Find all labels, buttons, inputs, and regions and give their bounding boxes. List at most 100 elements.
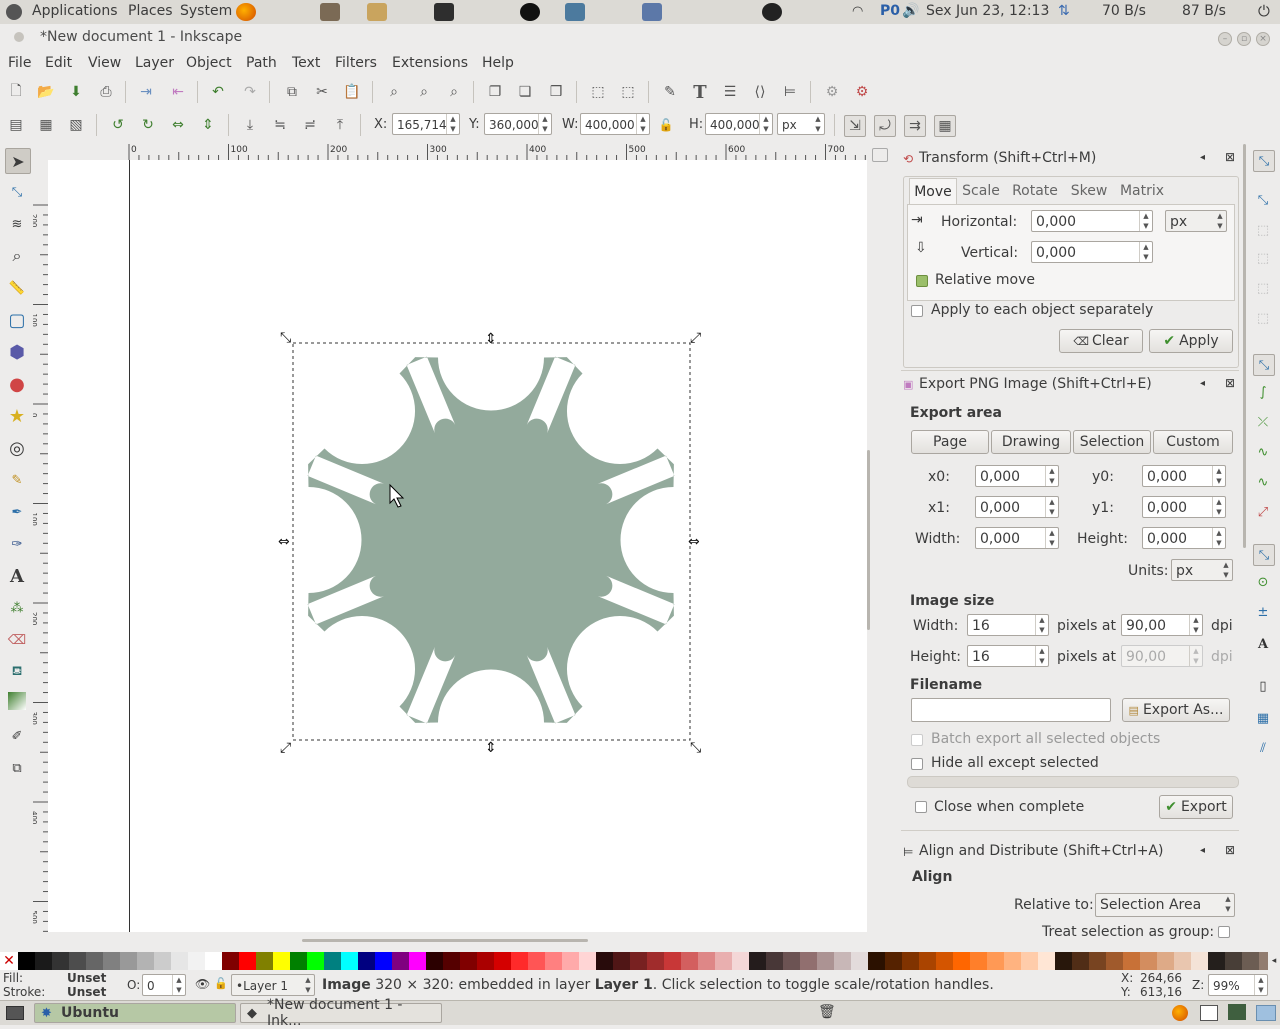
palette-swatch[interactable] [817,952,834,970]
palette-swatch[interactable] [494,952,511,970]
taskbar-inkscape[interactable]: ◆ *New document 1 - Ink... [240,997,442,1029]
handle-left-icon[interactable]: ⇔ [278,534,290,550]
horizontal-scrollbar[interactable] [48,932,867,952]
snap-text-baseline-icon[interactable]: A [1253,634,1273,654]
palette-scroll-icon[interactable]: ◂ [1268,952,1280,970]
ellipse-tool-icon[interactable]: ● [5,372,29,396]
rotate-cw-icon[interactable]: ↻ [138,115,158,135]
export-button[interactable]: ✔ Export [1159,795,1233,819]
palette-swatch[interactable] [35,952,52,970]
bucket-tool-icon[interactable]: ⛾ [5,660,29,684]
maximize-button[interactable]: ▫ [1237,32,1251,46]
raise-top-icon[interactable]: ⤒ [330,115,350,135]
scale-stroke-icon[interactable]: ⇲ [844,115,866,137]
move-patterns-icon[interactable]: ▦ [934,115,956,137]
palette-swatch[interactable] [1072,952,1089,970]
palette-swatch[interactable] [936,952,953,970]
window-menu-icon[interactable] [14,32,24,42]
close-window-button[interactable]: × [1256,32,1270,46]
snap-nodes-icon[interactable]: ⤡ [1253,354,1275,376]
flip-horizontal-icon[interactable]: ⇔ [168,115,188,135]
palette-swatch[interactable] [868,952,885,970]
palette-swatch[interactable] [1242,952,1259,970]
palette-swatch[interactable] [681,952,698,970]
pen-tool-icon[interactable]: ✒ [5,500,29,524]
palette-swatch[interactable] [919,952,936,970]
export-area-custom-button[interactable]: Custom [1153,430,1233,454]
vertical-input[interactable]: 0,000 ▲ ▼ [1031,241,1153,263]
applications-menu[interactable]: Applications [32,3,118,19]
palette-swatch[interactable] [1157,952,1174,970]
flip-vertical-icon[interactable]: ⇕ [198,115,218,135]
export-iconify-icon[interactable]: ◂ [1200,378,1205,389]
handle-top-icon[interactable]: ⇕ [485,331,497,347]
connector-tool-icon[interactable]: ⧉ [5,756,29,780]
layers-icon[interactable]: ☰ [720,82,740,102]
palette-swatch[interactable] [86,952,103,970]
system-menu[interactable]: System [180,3,232,19]
filename-input[interactable] [911,698,1111,722]
zoom-drawing-icon[interactable]: ⌕ [414,82,434,102]
snap-path-icon[interactable]: ∫ [1253,382,1273,402]
palette-swatch[interactable] [528,952,545,970]
spiral-tool-icon[interactable]: ◎ [5,436,29,460]
snap-enable-icon[interactable]: ⤡ [1253,150,1275,172]
layer-visibility-icon[interactable]: 👁 [195,977,210,991]
xml-editor-icon[interactable]: ⟨⟩ [750,82,770,102]
fill-stroke-icon[interactable]: ✎ [660,82,680,102]
x1-input[interactable]: 0,000 ▲ ▼ [975,496,1059,518]
minimize-button[interactable]: – [1218,32,1232,46]
palette-swatch[interactable] [290,952,307,970]
palette-swatch[interactable] [188,952,205,970]
palette-swatch[interactable] [545,952,562,970]
palette-swatch[interactable] [1259,952,1268,970]
text-tool-icon[interactable]: A [5,564,29,588]
palette-swatch[interactable] [1106,952,1123,970]
pencil-tool-icon[interactable]: ✎ [5,468,29,492]
apply-button[interactable]: ✔ Apply [1149,329,1233,353]
zoom-tool-icon[interactable]: ⌕ [5,244,29,268]
net-up-indicator[interactable]: 87 B/s [1182,3,1226,19]
export-close-icon[interactable]: ⊠ [1225,376,1235,390]
zoom-page-icon[interactable]: ⌕ [444,82,464,102]
canvas[interactable]: ⤡ ⤢ ⤢ ⤡ ⇕ ⇕ ⇔ ⇔ [48,160,867,932]
palette-swatch[interactable] [834,952,851,970]
palette-swatch[interactable] [205,952,222,970]
palette-swatch[interactable] [596,952,613,970]
firefox-launcher-icon[interactable] [236,3,256,21]
ungroup-icon[interactable]: ⬚ [618,82,638,102]
palette-swatch[interactable] [120,952,137,970]
clear-button[interactable]: ⌫ Clear [1059,329,1143,353]
amazon-launcher-icon[interactable] [520,3,540,21]
datetime-indicator[interactable]: Sex Jun 23, 12:13 [926,3,1049,19]
raise-icon[interactable]: ≓ [300,115,320,135]
inkscape-launcher-icon[interactable] [762,3,782,21]
gear-image[interactable] [307,356,675,724]
palette-swatch[interactable] [324,952,341,970]
star-tool-icon[interactable]: ★ [5,404,29,428]
export-width-input[interactable]: 0,000 ▲ ▼ [975,527,1059,549]
deselect-icon[interactable]: ▧ [66,115,86,135]
palette-swatch[interactable] [902,952,919,970]
p0-indicator[interactable]: P0 [880,3,900,19]
tweak-tool-icon[interactable]: ≋ [5,212,29,236]
palette-swatch[interactable] [392,952,409,970]
palette-swatch[interactable] [1225,952,1242,970]
palette-swatch[interactable] [749,952,766,970]
menu-layer[interactable]: Layer [135,55,174,71]
layer-lock-icon[interactable]: 🔓 [214,977,228,990]
export-icon[interactable]: ⇤ [168,82,188,102]
redo-icon[interactable]: ↷ [240,82,260,102]
terminal-launcher-icon[interactable] [434,3,454,21]
palette-swatch[interactable] [375,952,392,970]
snap-smooth-nodes-icon[interactable]: ∿ [1253,472,1273,492]
print-icon[interactable]: ⎙ [96,82,116,102]
clone-icon[interactable]: ❏ [515,82,535,102]
handle-bottom-right-icon[interactable]: ⤡ [690,740,701,756]
snap-page-border-icon[interactable]: ▯ [1253,676,1273,696]
palette-none-swatch[interactable]: ✕ [0,952,18,970]
apply-each-checkbox[interactable] [911,305,923,317]
transform-unit-select[interactable]: px ▲ ▼ [1165,210,1227,232]
export-area-drawing-button[interactable]: Drawing [991,430,1071,454]
palette-swatch[interactable] [409,952,426,970]
